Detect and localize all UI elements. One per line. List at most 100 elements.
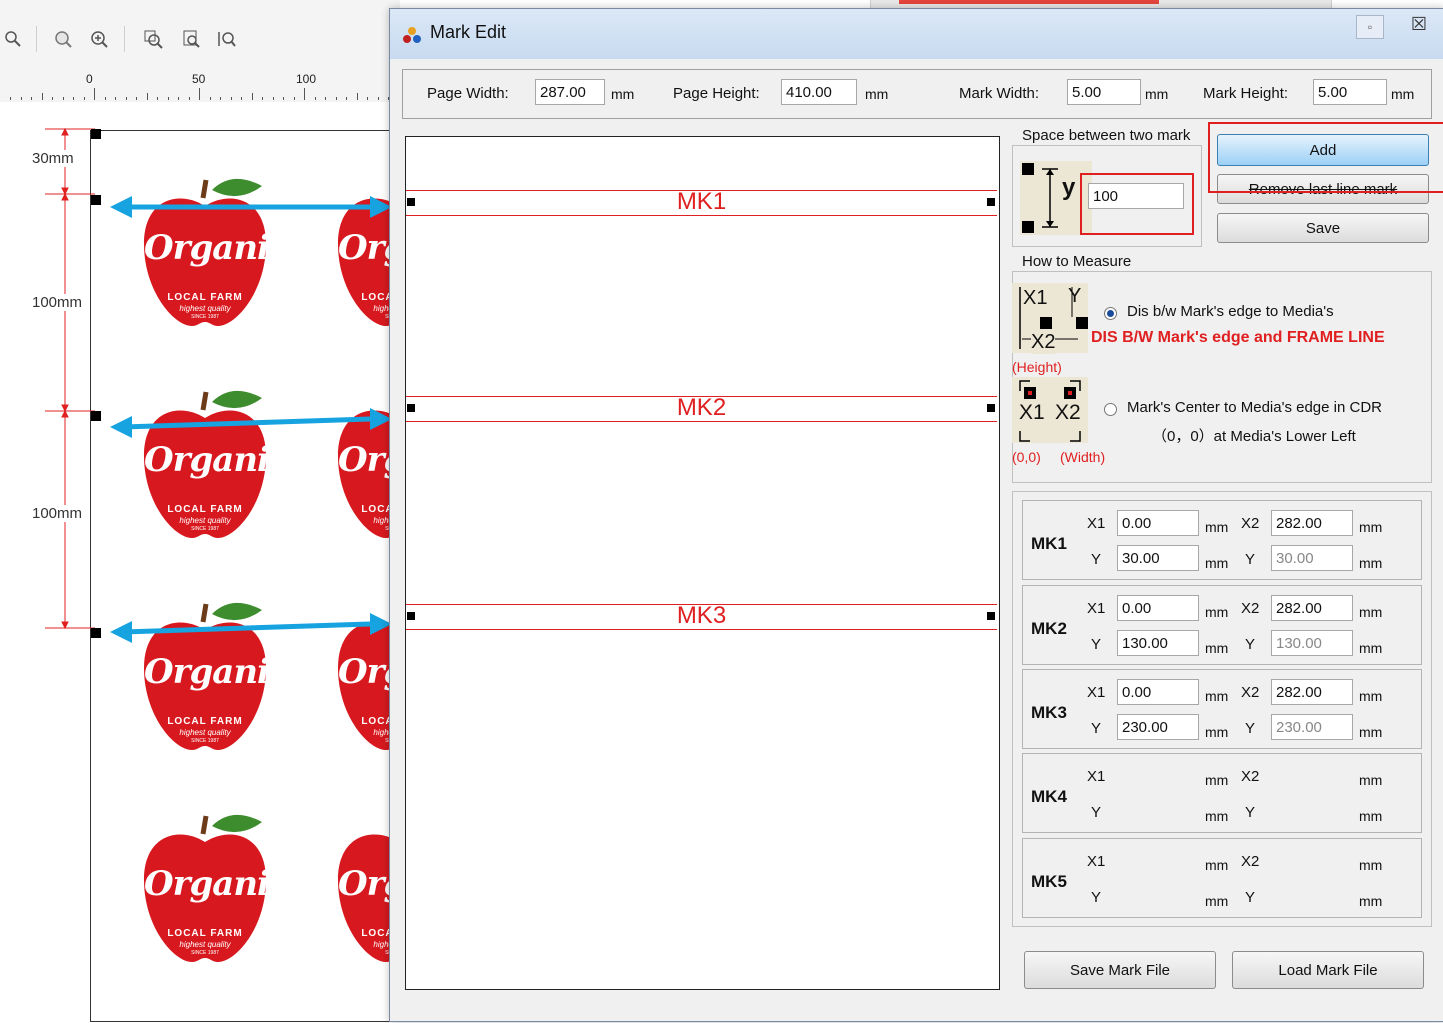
zoom-out-icon[interactable] xyxy=(50,26,76,52)
toolbar-separator xyxy=(36,26,37,52)
ruler-tick xyxy=(73,97,74,100)
dimension-label: 100mm xyxy=(32,294,83,311)
x1-label: X1 xyxy=(1087,768,1106,785)
ruler-label: 50 xyxy=(192,72,206,86)
ruler-tick xyxy=(157,97,158,100)
y-label: Y xyxy=(1091,551,1102,568)
measure-center-label: Mark's Center to Media's edge in CDR xyxy=(1127,399,1382,416)
unit-label: mm xyxy=(1205,893,1229,909)
y-field[interactable]: 130.00 xyxy=(1117,630,1199,656)
title-bar[interactable]: Mark Edit ▫ ☒ xyxy=(390,9,1443,59)
diagram-y-label: Y xyxy=(1068,285,1082,307)
y-label: Y xyxy=(1091,804,1102,821)
mark-band-mk1: MK1 xyxy=(406,188,997,216)
ruler-label: 0 xyxy=(86,72,93,86)
ruler-tick xyxy=(199,88,200,100)
unit-label: mm xyxy=(1205,688,1229,704)
ruler-tick xyxy=(304,88,305,100)
close-button[interactable]: ☒ xyxy=(1394,9,1443,39)
x2-label: X2 xyxy=(1241,600,1260,617)
ruler-tick xyxy=(230,97,232,100)
page-width-field[interactable]: 287.00 xyxy=(535,79,605,105)
y-field[interactable]: 230.00 xyxy=(1117,714,1199,740)
measure-edge-radio[interactable] xyxy=(1104,307,1117,320)
mark-band-mk2: MK2 xyxy=(406,394,997,422)
diagram-x1-label: X1 xyxy=(1019,401,1045,424)
mark-row-mk2: MK2 X1 Y 0.00 130.00 mm mm X2 Y 282.00 130.00 mm mm xyxy=(1022,585,1422,665)
load-mark-file-button[interactable]: Load Mark File xyxy=(1232,951,1424,989)
save-mark-file-button[interactable]: Save Mark File xyxy=(1024,951,1216,989)
y-label: Y xyxy=(1091,889,1102,906)
unit-label: mm xyxy=(1359,724,1383,740)
x2-field[interactable]: 282.00 xyxy=(1271,679,1353,705)
mark-height-field[interactable]: 5.00 xyxy=(1313,79,1387,105)
mark-square xyxy=(987,612,995,620)
page-height-field[interactable]: 410.00 xyxy=(781,79,857,105)
unit-label: mm xyxy=(1205,724,1229,740)
mark-label: MK2 xyxy=(676,394,727,421)
apple-since-text: SINCE 1987 xyxy=(191,738,219,744)
ruler-tick xyxy=(167,97,169,100)
mark-row-name: MK5 xyxy=(1031,872,1067,891)
x2-field[interactable]: 282.00 xyxy=(1271,510,1353,536)
mark-row-name: MK4 xyxy=(1031,787,1067,806)
zoom-width-icon[interactable] xyxy=(214,26,240,52)
zoom-in-icon[interactable] xyxy=(86,26,112,52)
mark-label: MK1 xyxy=(676,188,727,215)
ruler-tick xyxy=(94,88,95,100)
ruler-tick xyxy=(335,97,337,100)
restore-icon[interactable]: ▫ xyxy=(1356,15,1384,39)
page-height-label: Page Height: xyxy=(673,85,760,102)
apple-tagline-text: highest quality xyxy=(179,940,231,949)
y-label: Y xyxy=(1245,804,1256,821)
unit-label: mm xyxy=(1359,640,1383,656)
mark-square xyxy=(407,198,415,206)
unit-label: mm xyxy=(1359,519,1383,535)
toolbar xyxy=(0,0,400,70)
unit-label: mm xyxy=(1205,640,1229,656)
page-width-label: Page Width: xyxy=(427,85,509,102)
apple-brand-text: Organic xyxy=(144,652,290,692)
zoom-selected-icon[interactable] xyxy=(140,26,166,52)
unit-label: mm xyxy=(1359,688,1383,704)
y2-field: 30.00 xyxy=(1271,545,1353,571)
mark-square xyxy=(407,404,415,412)
x2-label: X2 xyxy=(1241,515,1260,532)
zoom-page-icon[interactable] xyxy=(178,26,204,52)
mark-row-name: MK3 xyxy=(1031,703,1067,722)
ruler-tick xyxy=(209,97,211,100)
registration-mark xyxy=(91,129,101,139)
mark-row-mk5: MK5 X1 Ymm mm X2 Ymm mm xyxy=(1022,838,1422,918)
space-axis-label: y xyxy=(1062,174,1076,201)
x1-field[interactable]: 0.00 xyxy=(1117,679,1199,705)
y2-field: 230.00 xyxy=(1271,714,1353,740)
ruler-tick xyxy=(31,97,32,100)
save-button[interactable]: Save xyxy=(1217,213,1429,243)
ruler-tick xyxy=(52,97,53,100)
ruler-tick xyxy=(20,97,22,100)
measure-center-radio[interactable] xyxy=(1104,403,1117,416)
measure-edge-note: DIS B/W Mark's edge and FRAME LINE xyxy=(1091,329,1385,346)
measure-center-origin: （0，0）at Media's Lower Left xyxy=(1152,428,1356,445)
zoom-icon[interactable] xyxy=(0,26,26,52)
space-input[interactable]: 100 xyxy=(1088,183,1184,209)
y-field[interactable]: 30.00 xyxy=(1117,545,1199,571)
mark-width-field[interactable]: 5.00 xyxy=(1067,79,1141,105)
distance-arrows xyxy=(110,196,392,643)
x1-field[interactable]: 0.00 xyxy=(1117,595,1199,621)
x1-field[interactable]: 0.00 xyxy=(1117,510,1199,536)
ruler-tick xyxy=(367,97,368,100)
apple-subtitle-text: LOCAL FARM xyxy=(361,716,390,727)
x2-field[interactable]: 282.00 xyxy=(1271,595,1353,621)
mark-width-label: Mark Width: xyxy=(959,85,1040,102)
x1-label: X1 xyxy=(1087,515,1106,532)
ruler-tick xyxy=(41,93,43,100)
space-group-title: Space between two mark xyxy=(1020,127,1193,144)
width-label: (Width) xyxy=(1060,449,1106,465)
mark-square xyxy=(987,404,995,412)
apple-tagline-text: highest quality xyxy=(373,728,390,737)
ruler-tick xyxy=(272,97,274,100)
mark-square xyxy=(407,612,415,620)
ruler-tick xyxy=(241,97,242,100)
mark-row-name: MK1 xyxy=(1031,534,1067,553)
